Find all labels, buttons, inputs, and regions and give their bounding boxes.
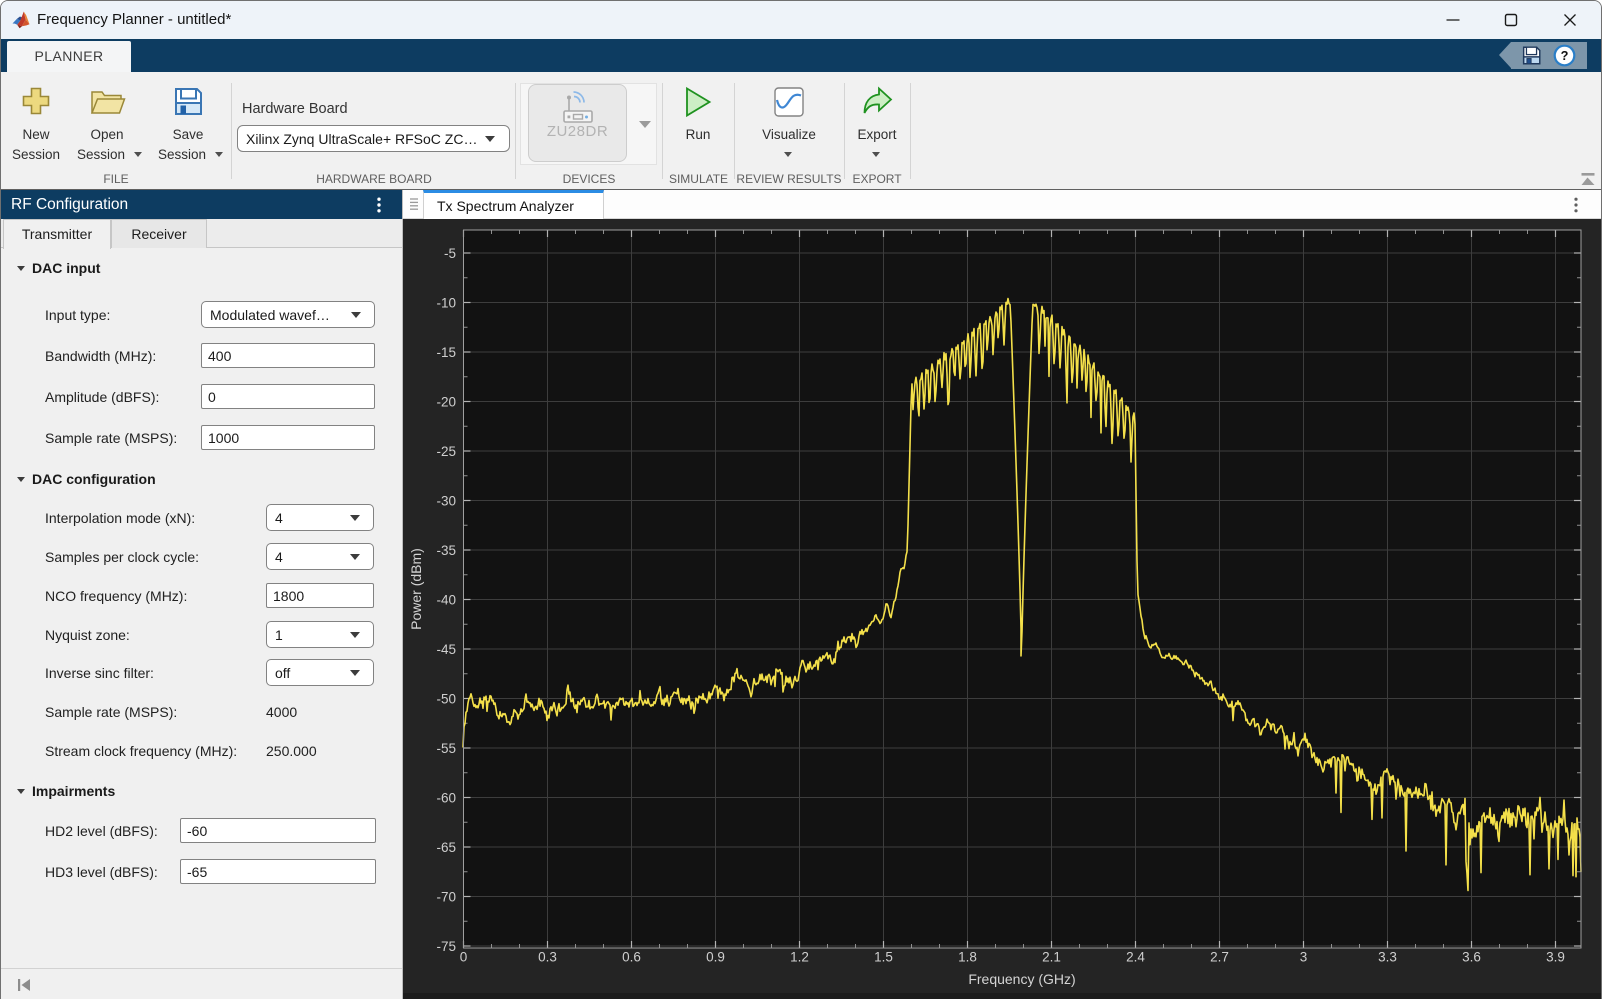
- svg-text:-70: -70: [436, 889, 456, 904]
- svg-text:3.3: 3.3: [1378, 950, 1397, 965]
- svg-text:2.4: 2.4: [1126, 950, 1145, 965]
- svg-text:3.9: 3.9: [1546, 950, 1565, 965]
- svg-text:Frequency (GHz): Frequency (GHz): [968, 971, 1075, 987]
- svg-text:1.5: 1.5: [874, 950, 893, 965]
- svg-text:0.6: 0.6: [622, 950, 641, 965]
- svg-text:-25: -25: [436, 444, 456, 459]
- svg-text:-75: -75: [436, 939, 456, 954]
- svg-text:3: 3: [1300, 950, 1308, 965]
- svg-text:2.1: 2.1: [1042, 950, 1061, 965]
- svg-text:-15: -15: [436, 345, 456, 360]
- svg-text:3.6: 3.6: [1462, 950, 1481, 965]
- svg-text:0.3: 0.3: [538, 950, 557, 965]
- svg-text:-40: -40: [436, 592, 456, 607]
- svg-text:-5: -5: [444, 246, 456, 261]
- svg-text:-65: -65: [436, 840, 456, 855]
- svg-text:1.2: 1.2: [790, 950, 809, 965]
- svg-text:-30: -30: [436, 493, 456, 508]
- svg-text:-35: -35: [436, 543, 456, 558]
- svg-text:-60: -60: [436, 790, 456, 805]
- svg-text:Power (dBm): Power (dBm): [408, 548, 424, 630]
- svg-text:?: ?: [1561, 48, 1569, 63]
- svg-text:1.8: 1.8: [958, 950, 977, 965]
- svg-text:0: 0: [460, 950, 468, 965]
- svg-text:-20: -20: [436, 394, 456, 409]
- svg-text:0.9: 0.9: [706, 950, 725, 965]
- svg-text:-50: -50: [436, 691, 456, 706]
- svg-text:-45: -45: [436, 642, 456, 657]
- svg-text:2.7: 2.7: [1210, 950, 1229, 965]
- svg-text:-55: -55: [436, 741, 456, 756]
- svg-text:-10: -10: [436, 295, 456, 310]
